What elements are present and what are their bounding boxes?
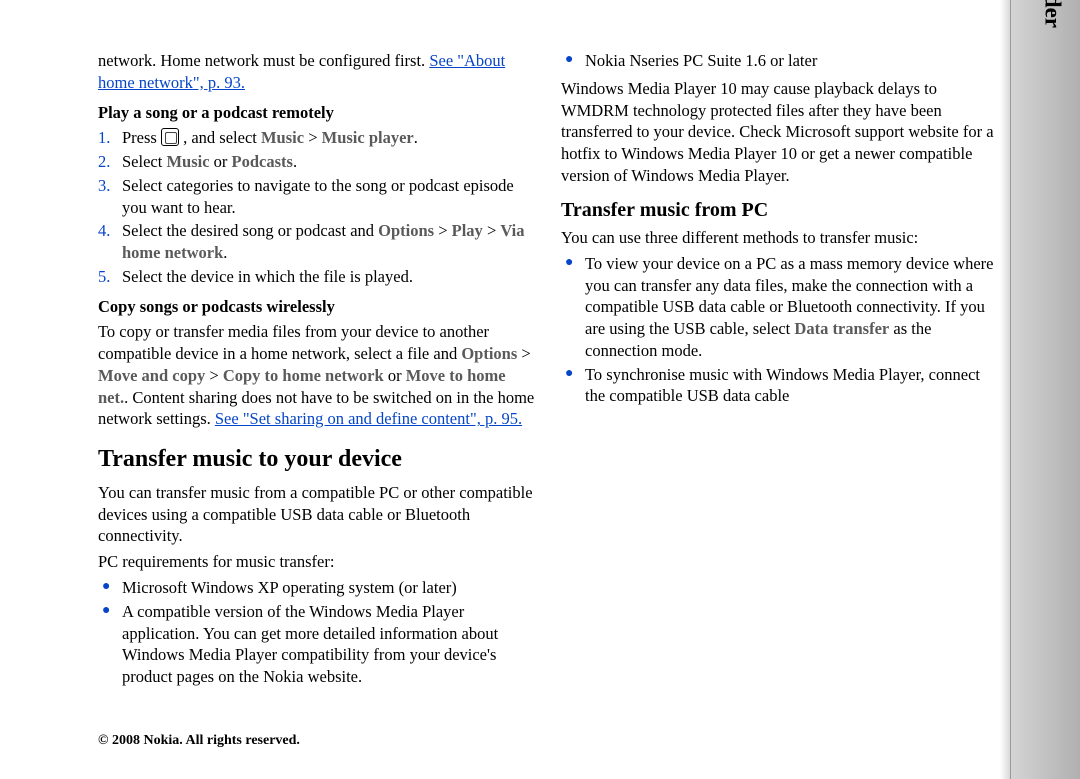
text: > xyxy=(304,128,322,147)
steps-play-remote: 1. Press , and select Music > Music play… xyxy=(98,127,537,287)
text: Nokia Nseries PC Suite 1.6 or later xyxy=(585,51,817,70)
list-item: A compatible version of the Windows Medi… xyxy=(98,601,537,688)
text: To synchronise music with Windows Media … xyxy=(585,365,980,406)
text: > xyxy=(483,221,501,240)
text: A compatible version of the Windows Medi… xyxy=(122,602,498,686)
menu-path: Music xyxy=(166,152,209,171)
para-three-methods: You can use three different methods to t… xyxy=(561,227,1000,249)
text: Select categories to navigate to the son… xyxy=(122,176,514,217)
text: Select the device in which the file is p… xyxy=(122,267,413,286)
text: , and select xyxy=(179,128,261,147)
text: or xyxy=(210,152,232,171)
menu-key-icon xyxy=(161,128,179,146)
list-item: 1. Press , and select Music > Music play… xyxy=(98,127,537,149)
text: > xyxy=(205,366,223,385)
text: > xyxy=(517,344,530,363)
heading-copy-wireless: Copy songs or podcasts wirelessly xyxy=(98,296,537,318)
transfer-methods-list: To view your device on a PC as a mass me… xyxy=(561,253,1000,407)
text: . xyxy=(293,152,297,171)
text: Press xyxy=(122,128,161,147)
link-set-sharing[interactable]: See "Set sharing on and define content",… xyxy=(215,409,522,428)
text: > xyxy=(434,221,452,240)
menu-path: Data transfer xyxy=(794,319,889,338)
list-item: Nokia Nseries PC Suite 1.6 or later xyxy=(561,50,1000,72)
section-tab: Music folder xyxy=(1010,0,1080,779)
menu-path: Podcasts xyxy=(232,152,293,171)
heading-transfer-to-device: Transfer music to your device xyxy=(98,444,537,476)
list-item: 5. Select the device in which the file i… xyxy=(98,266,537,288)
list-number: 4. xyxy=(98,220,110,242)
list-number: 1. xyxy=(98,127,110,149)
text: Select the desired song or podcast and xyxy=(122,221,378,240)
list-item: 3. Select categories to navigate to the … xyxy=(98,175,537,219)
text: . xyxy=(414,128,418,147)
text: network. Home network must be configured… xyxy=(98,51,429,70)
menu-path: Options xyxy=(378,221,434,240)
text: To copy or transfer media files from you… xyxy=(98,322,489,363)
heading-play-remote: Play a song or a podcast remotely xyxy=(98,102,537,124)
list-number: 3. xyxy=(98,175,110,197)
section-tab-label: Music folder xyxy=(1040,0,1066,28)
page-edge-shadow xyxy=(1000,0,1010,779)
para-wmp10-note: Windows Media Player 10 may cause playba… xyxy=(561,78,1000,187)
text: Microsoft Windows XP operating system (o… xyxy=(122,578,457,597)
text: Select xyxy=(122,152,166,171)
menu-path: Play xyxy=(452,221,483,240)
list-item: 4. Select the desired song or podcast an… xyxy=(98,220,537,264)
menu-path: Music xyxy=(261,128,304,147)
para-network-intro: network. Home network must be configured… xyxy=(98,50,537,94)
text: . xyxy=(223,243,227,262)
para-copy-wireless: To copy or transfer media files from you… xyxy=(98,321,537,430)
text: To view your device on a PC as a mass me… xyxy=(585,254,993,338)
para-transfer-to: You can transfer music from a compatible… xyxy=(98,482,537,547)
list-number: 2. xyxy=(98,151,110,173)
menu-path: Options xyxy=(461,344,517,363)
menu-path: Copy to home network xyxy=(223,366,384,385)
content-columns: network. Home network must be configured… xyxy=(98,50,1000,710)
heading-transfer-from-pc: Transfer music from PC xyxy=(561,197,1000,223)
list-item: To view your device on a PC as a mass me… xyxy=(561,253,1000,362)
list-item: 2. Select Music or Podcasts. xyxy=(98,151,537,173)
list-item: To synchronise music with Windows Media … xyxy=(561,364,1000,408)
footer-copyright: © 2008 Nokia. All rights reserved. xyxy=(98,733,300,749)
menu-path: Music player xyxy=(322,128,414,147)
list-number: 5. xyxy=(98,266,110,288)
text: or xyxy=(384,366,406,385)
list-item: Microsoft Windows XP operating system (o… xyxy=(98,577,537,599)
para-pc-requirements: PC requirements for music transfer: xyxy=(98,551,537,573)
menu-path: Move and copy xyxy=(98,366,205,385)
